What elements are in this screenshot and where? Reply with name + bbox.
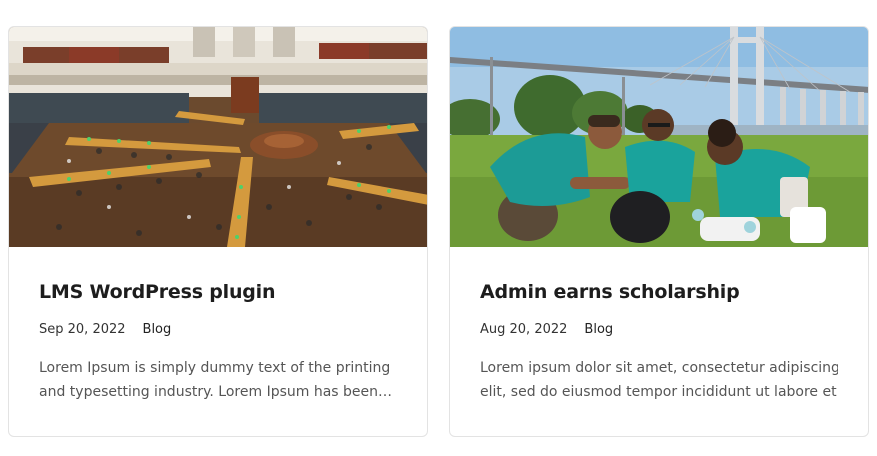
post-meta: Aug 20, 2022 Blog xyxy=(480,321,838,339)
post-date: Sep 20, 2022 xyxy=(39,322,126,337)
post-meta: Sep 20, 2022 Blog xyxy=(39,321,397,339)
blog-post-grid: LMS WordPress plugin Sep 20, 2022 Blog L… xyxy=(8,26,869,437)
post-excerpt: Lorem ipsum dolor sit amet, consectetur … xyxy=(480,356,838,404)
post-category-link[interactable]: Blog xyxy=(143,321,172,339)
post-thumbnail-volunteers[interactable] xyxy=(450,27,868,247)
post-excerpt-line: Lorem ipsum dolor sit amet, consectetur … xyxy=(480,360,838,376)
post-date: Aug 20, 2022 xyxy=(480,322,568,337)
post-excerpt-line: Lorem Ipsum is simply dummy text of the … xyxy=(39,360,391,376)
post-title[interactable]: Admin earns scholarship xyxy=(480,280,838,304)
post-title[interactable]: LMS WordPress plugin xyxy=(39,280,397,304)
post-thumbnail-library[interactable] xyxy=(9,27,427,247)
post-excerpt-line: and typesetting industry. Lorem Ipsum ha… xyxy=(39,384,393,400)
post-excerpt-line: elit, sed do eiusmod tempor incididunt u… xyxy=(480,384,838,400)
blog-post-card[interactable]: LMS WordPress plugin Sep 20, 2022 Blog L… xyxy=(8,26,428,437)
post-excerpt: Lorem Ipsum is simply dummy text of the … xyxy=(39,356,397,404)
post-category-link[interactable]: Blog xyxy=(584,321,613,339)
blog-post-card[interactable]: Admin earns scholarship Aug 20, 2022 Blo… xyxy=(449,26,869,437)
